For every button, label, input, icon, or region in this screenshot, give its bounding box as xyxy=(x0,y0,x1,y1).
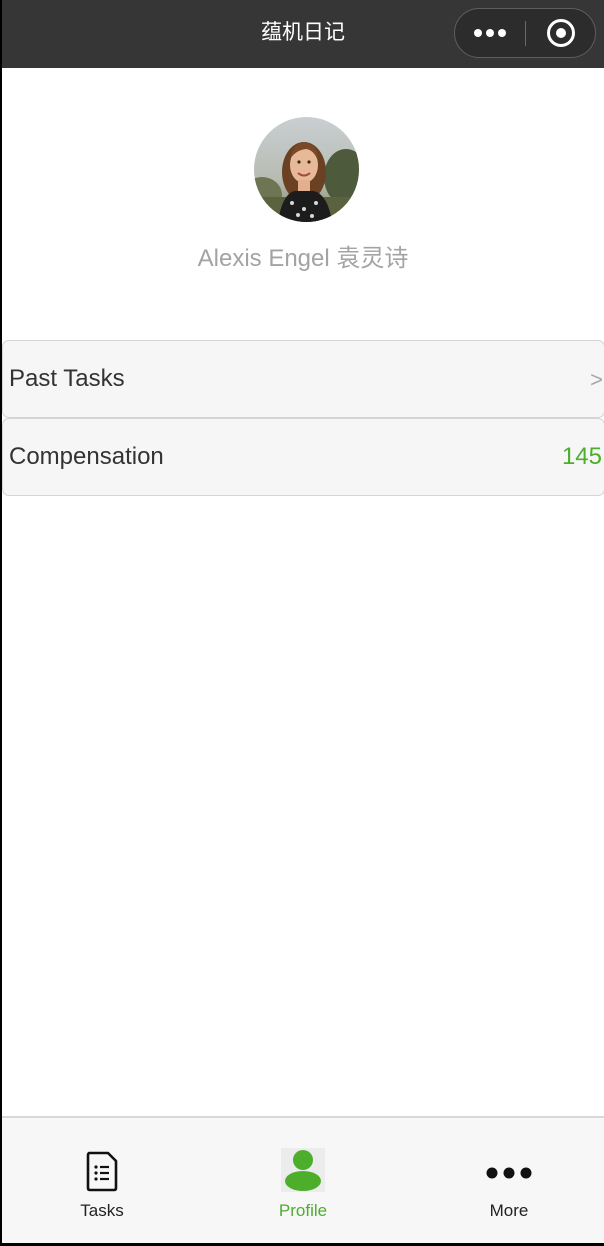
more-dots-icon xyxy=(486,1166,532,1184)
more-dots-icon[interactable] xyxy=(455,9,525,57)
avatar[interactable] xyxy=(254,117,359,222)
navigation-bar: 蕴机日记 xyxy=(2,0,604,68)
app-screen: 蕴机日记 Alexis Engel 袁灵诗 Past Tasks > Compe… xyxy=(2,0,604,1243)
tab-bar: Tasks Profile More xyxy=(2,1116,604,1243)
compensation-row[interactable]: Compensation 145 xyxy=(2,418,604,496)
user-avatar-photo xyxy=(254,117,359,222)
tab-tasks-label: Tasks xyxy=(80,1201,124,1220)
past-tasks-label: Past Tasks xyxy=(9,365,125,392)
profile-name: Alexis Engel 袁灵诗 xyxy=(197,245,409,272)
tab-profile[interactable]: Profile xyxy=(203,1118,403,1243)
tab-more[interactable]: More xyxy=(409,1118,604,1243)
list-document-icon xyxy=(84,1150,120,1197)
chevron-right-icon: > xyxy=(590,367,603,392)
compensation-value: 145 xyxy=(561,443,602,470)
target-close-icon[interactable] xyxy=(526,9,596,57)
tab-tasks[interactable]: Tasks xyxy=(2,1118,202,1243)
past-tasks-row[interactable]: Past Tasks > xyxy=(2,340,604,418)
tab-more-label: More xyxy=(489,1201,529,1220)
mini-program-capsule xyxy=(454,8,596,58)
person-icon xyxy=(281,1148,325,1197)
tab-profile-label: Profile xyxy=(278,1201,328,1220)
compensation-label: Compensation xyxy=(9,443,164,470)
